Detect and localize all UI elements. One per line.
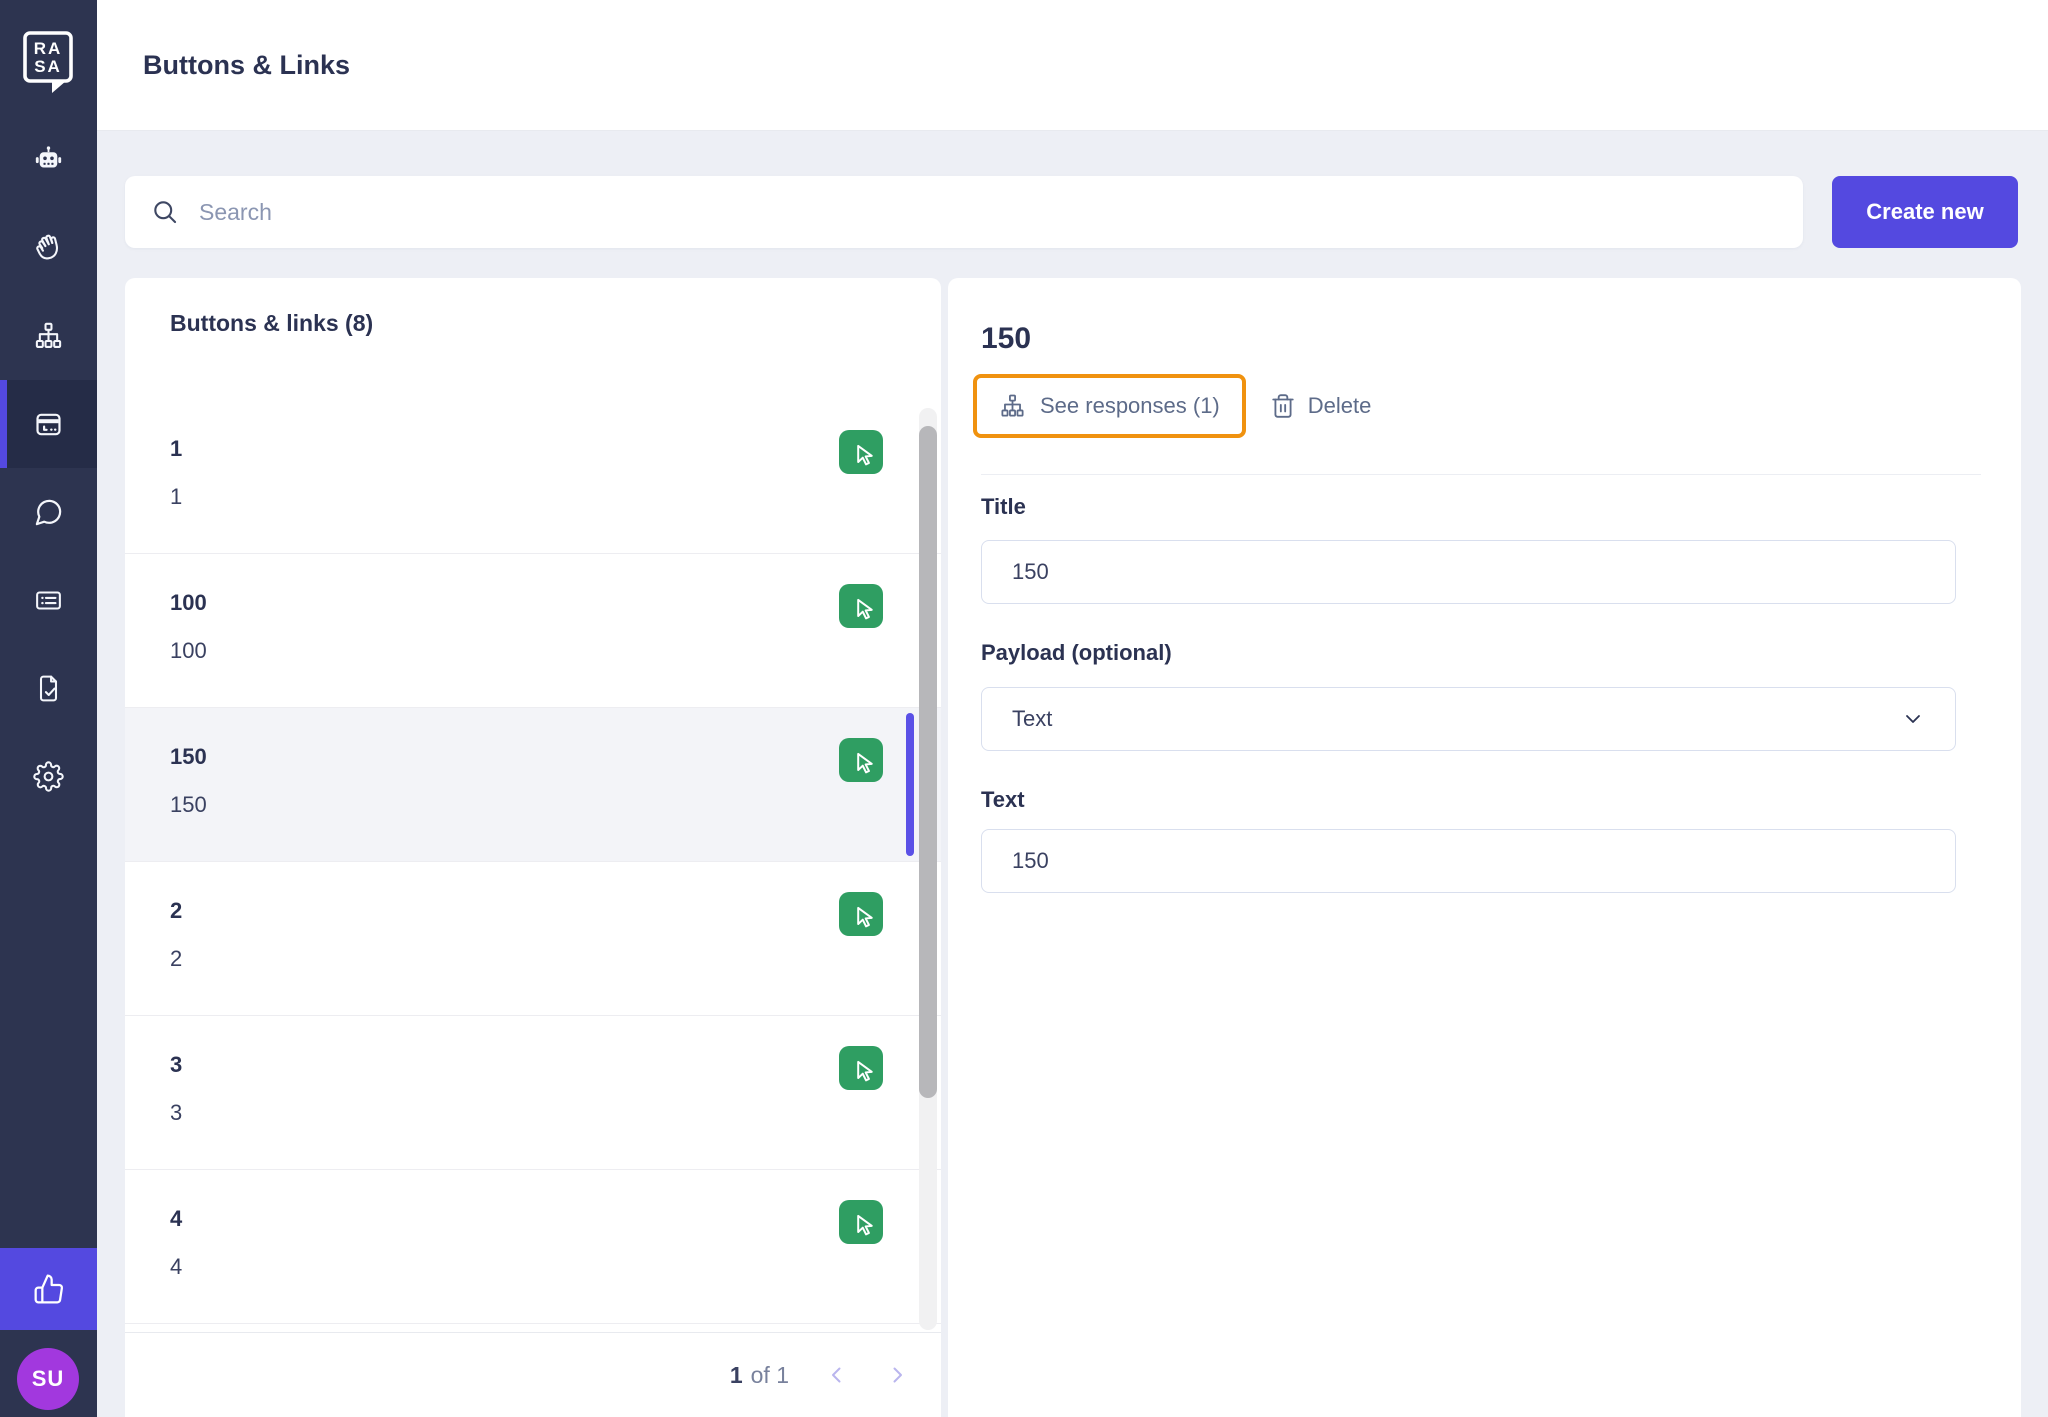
sidebar-item-settings[interactable] [0, 732, 97, 820]
list-scrollbar-thumb[interactable] [919, 426, 937, 1098]
next-page-button[interactable] [885, 1363, 909, 1387]
selected-indicator [906, 713, 914, 856]
chevron-down-icon [1901, 707, 1925, 731]
list-pagination: 1 of 1 [125, 1332, 941, 1417]
rasa-logo: RA SA [22, 30, 74, 96]
search-input[interactable] [199, 199, 1803, 226]
document-check-icon [33, 673, 64, 704]
search-bar [125, 176, 1803, 248]
list-item-subtitle: 1 [170, 484, 941, 510]
list-item[interactable]: 1 1 [125, 400, 941, 554]
page-of-label: of 1 [751, 1362, 789, 1388]
cursor-icon [847, 1054, 875, 1082]
buttons-list-panel: Buttons & links (8) 1 1 100 100 150 150 … [125, 278, 941, 1417]
panel-icon [33, 409, 64, 440]
user-avatar[interactable]: SU [17, 1348, 79, 1410]
list-item-title: 1 [170, 436, 941, 462]
detail-actions: See responses (1) Delete [973, 373, 1371, 439]
page-header: Buttons & Links [97, 0, 2048, 131]
list-scrollbar-track [919, 408, 937, 1330]
current-page: 1 [730, 1362, 743, 1388]
cursor-badge[interactable] [839, 892, 883, 936]
text-input[interactable] [981, 829, 1956, 893]
list-item-title: 4 [170, 1206, 941, 1232]
cursor-badge[interactable] [839, 584, 883, 628]
list-item[interactable]: 100 100 [125, 554, 941, 708]
robot-icon [33, 145, 64, 176]
sidebar-item-hand-wave[interactable] [0, 204, 97, 292]
list-item-title: 100 [170, 590, 941, 616]
button-detail-panel: 150 See responses (1) Delete Title Paylo… [948, 278, 2021, 1417]
list-item-title: 3 [170, 1052, 941, 1078]
cursor-icon [847, 1208, 875, 1236]
cursor-icon [847, 746, 875, 774]
cursor-badge[interactable] [839, 1046, 883, 1090]
svg-text:RA: RA [34, 39, 63, 58]
sidebar-item-conversations[interactable] [0, 468, 97, 556]
payload-type-select[interactable]: Text [981, 687, 1956, 751]
thumbs-up-icon [33, 1273, 65, 1305]
page-title: Buttons & Links [143, 0, 350, 130]
list-item-title: 2 [170, 898, 941, 924]
see-responses-button[interactable]: See responses (1) [973, 374, 1246, 438]
sidebar: RA SA SU [0, 0, 97, 1417]
section-divider [981, 474, 1981, 475]
text-field-label: Text [981, 787, 1025, 813]
cursor-badge[interactable] [839, 430, 883, 474]
list-item-subtitle: 3 [170, 1100, 941, 1126]
list-card-icon [33, 585, 64, 616]
search-icon [151, 198, 179, 226]
see-responses-label: See responses (1) [1040, 393, 1220, 419]
hand-wave-icon [33, 233, 64, 264]
buttons-list: 1 1 100 100 150 150 2 2 3 3 [125, 400, 941, 1332]
list-item-subtitle: 4 [170, 1254, 941, 1280]
sitemap-icon [33, 321, 64, 352]
title-input[interactable] [981, 540, 1956, 604]
detail-title: 150 [981, 322, 1031, 356]
cursor-badge[interactable] [839, 738, 883, 782]
chat-bubble-icon [33, 497, 64, 528]
trash-icon [1270, 393, 1296, 419]
chevron-left-icon [825, 1363, 849, 1387]
list-item-subtitle: 150 [170, 792, 941, 818]
list-item-selected[interactable]: 150 150 [125, 708, 941, 862]
title-field-label: Title [981, 494, 1026, 520]
cursor-icon [847, 592, 875, 620]
list-item[interactable]: 3 3 [125, 1016, 941, 1170]
sidebar-item-robot[interactable] [0, 116, 97, 204]
create-new-button[interactable]: Create new [1832, 176, 2018, 248]
list-item[interactable]: 2 2 [125, 862, 941, 1016]
delete-label: Delete [1308, 393, 1372, 419]
sidebar-item-documents[interactable] [0, 644, 97, 732]
cursor-icon [847, 900, 875, 928]
gear-icon [33, 761, 64, 792]
cursor-icon [847, 438, 875, 466]
sidebar-item-buttons-links[interactable] [0, 380, 97, 468]
list-item[interactable]: 4 4 [125, 1170, 941, 1324]
payload-field-label: Payload (optional) [981, 640, 1172, 666]
svg-text:SA: SA [34, 57, 62, 76]
list-item-subtitle: 2 [170, 946, 941, 972]
sidebar-item-list[interactable] [0, 556, 97, 644]
delete-button[interactable]: Delete [1270, 393, 1372, 419]
sidebar-item-sitemap[interactable] [0, 292, 97, 380]
list-heading: Buttons & links (8) [170, 310, 373, 337]
list-item-subtitle: 100 [170, 638, 941, 664]
page-indicator: 1 of 1 [730, 1362, 789, 1389]
chevron-right-icon [885, 1363, 909, 1387]
sitemap-icon [999, 393, 1026, 420]
previous-page-button[interactable] [825, 1363, 849, 1387]
list-item-title: 150 [170, 744, 941, 770]
feedback-button[interactable] [0, 1248, 97, 1330]
payload-type-value: Text [1012, 706, 1052, 732]
cursor-badge[interactable] [839, 1200, 883, 1244]
